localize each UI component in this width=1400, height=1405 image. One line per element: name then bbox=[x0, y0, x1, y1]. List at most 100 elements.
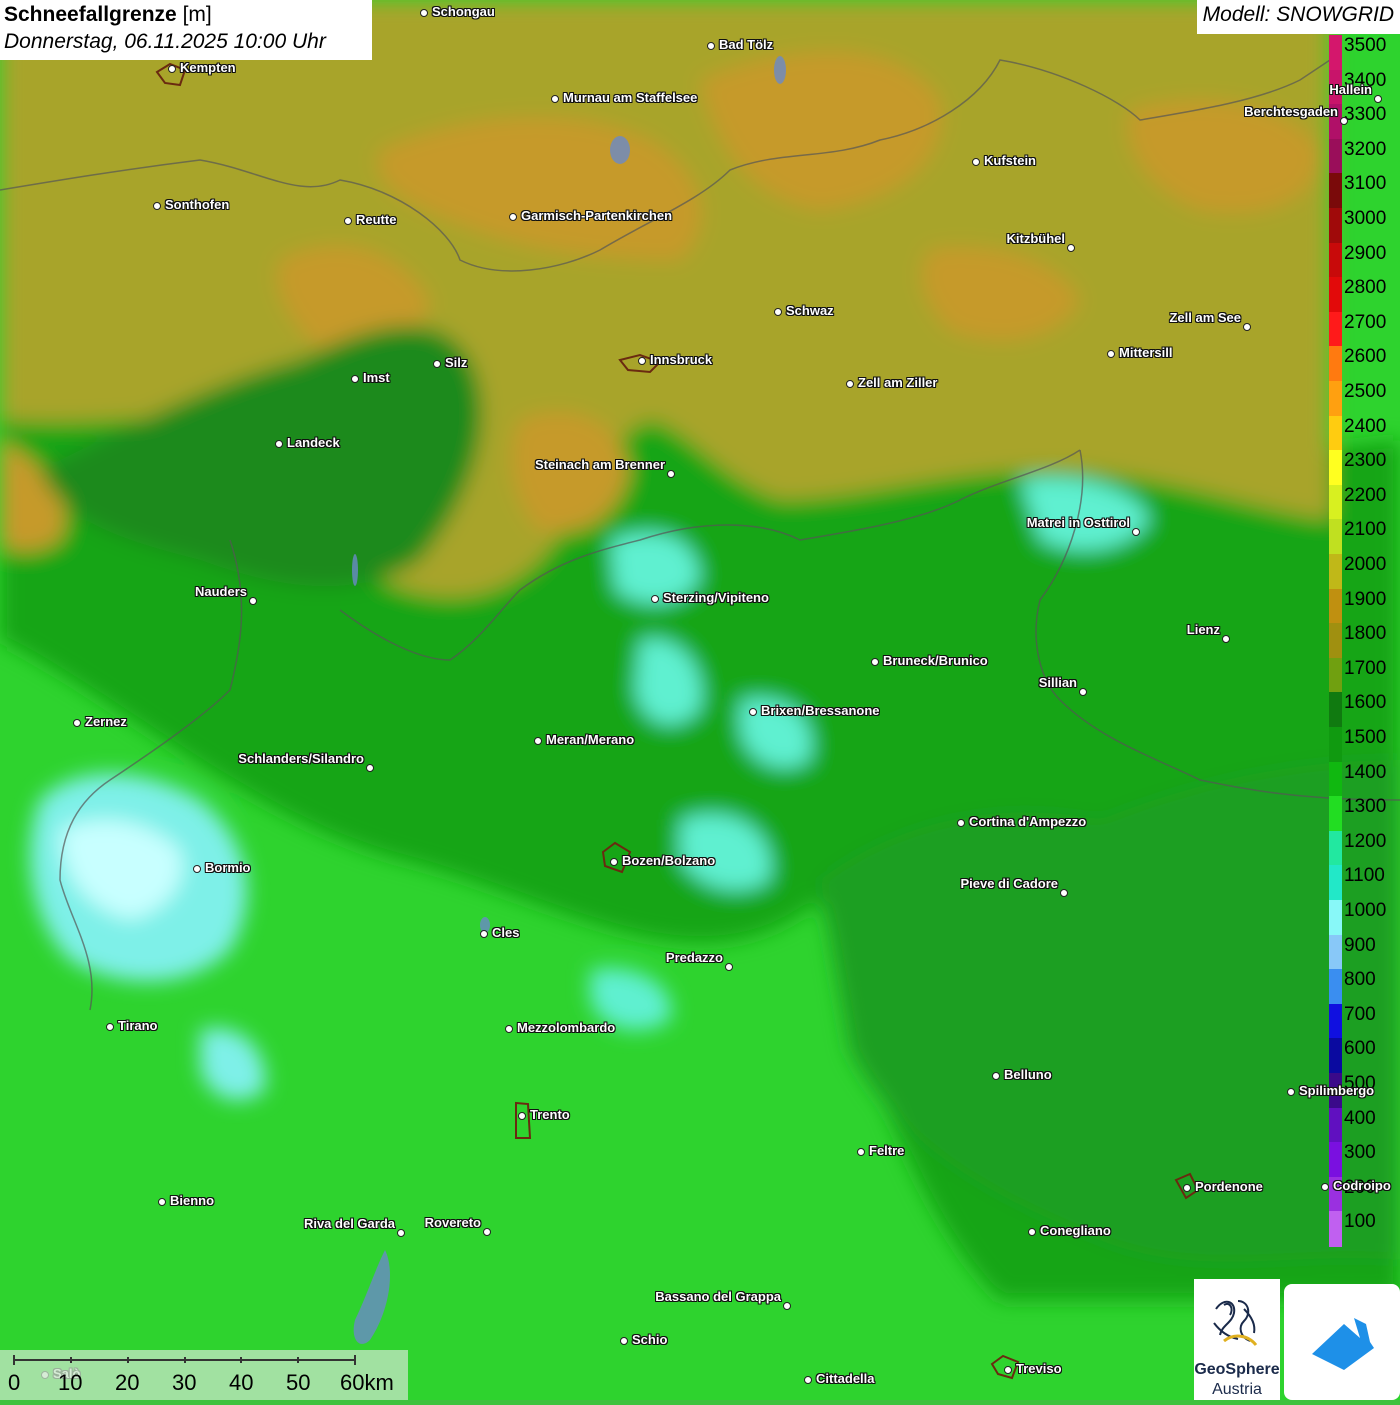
place-label: Cittadella bbox=[816, 1371, 875, 1386]
place-marker bbox=[1004, 1366, 1012, 1374]
place-marker bbox=[534, 737, 542, 745]
legend-swatch bbox=[1329, 415, 1342, 452]
place-marker bbox=[972, 158, 980, 166]
place-label: Schongau bbox=[432, 4, 495, 19]
scale-label: 50 bbox=[286, 1370, 311, 1395]
place-label: Steinach am Brenner bbox=[534, 457, 665, 472]
legend-label: 300 bbox=[1344, 1142, 1376, 1164]
place-marker bbox=[1321, 1183, 1329, 1191]
legend-swatch bbox=[1329, 969, 1342, 1005]
legend-label: 2500 bbox=[1344, 381, 1387, 402]
place-label: Schlanders/Silandro bbox=[238, 751, 364, 766]
variable-name: Schneefallgrenze bbox=[4, 3, 177, 26]
legend-label: 700 bbox=[1344, 1003, 1376, 1025]
place-label: Nauders bbox=[194, 584, 247, 599]
place-marker bbox=[1107, 350, 1115, 358]
place-label: Kempten bbox=[180, 60, 236, 75]
legend-swatch bbox=[1329, 208, 1342, 244]
model-label: Modell: SNOWGRID bbox=[1196, 0, 1400, 34]
legend-label: 1500 bbox=[1344, 727, 1387, 748]
app-logo-icon bbox=[1312, 1318, 1374, 1370]
legend-swatch bbox=[1329, 1142, 1342, 1178]
legend-swatch bbox=[1329, 242, 1342, 279]
place-marker bbox=[193, 865, 201, 873]
place-label: Zell am See bbox=[1169, 310, 1241, 325]
geosphere-logo-line2: Austria bbox=[1212, 1381, 1262, 1398]
legend-label: 2800 bbox=[1344, 277, 1387, 299]
legend-label: 1200 bbox=[1344, 830, 1387, 852]
geosphere-logo-line1: GeoSphere bbox=[1194, 1361, 1280, 1378]
legend-label: 1100 bbox=[1344, 865, 1385, 887]
legend-swatch bbox=[1329, 381, 1342, 417]
place-marker bbox=[1060, 889, 1068, 897]
place-marker bbox=[1222, 635, 1230, 643]
legend-swatch bbox=[1329, 900, 1342, 936]
place-label: Riva del Garda bbox=[303, 1216, 395, 1231]
place-label: Kitzbühel bbox=[1006, 231, 1066, 246]
place-label: Bormio bbox=[205, 860, 251, 875]
place-label: Sillian bbox=[1038, 675, 1077, 690]
place-marker bbox=[483, 1228, 491, 1236]
place-marker bbox=[433, 360, 441, 368]
legend-swatch bbox=[1329, 554, 1342, 590]
place-label: Sonthofen bbox=[165, 197, 230, 212]
map-title: Schneefallgrenze [m] bbox=[4, 2, 368, 28]
place-marker bbox=[638, 357, 646, 365]
place-marker bbox=[505, 1025, 513, 1033]
place-marker bbox=[707, 42, 715, 50]
place-marker bbox=[1079, 688, 1087, 696]
place-label: Silz bbox=[445, 355, 468, 370]
place-label: Imst bbox=[363, 370, 390, 385]
place-marker bbox=[651, 595, 659, 603]
legend-label: 3100 bbox=[1344, 173, 1387, 195]
scale-label: 40 bbox=[229, 1370, 254, 1395]
place-label: Predazzo bbox=[665, 950, 723, 965]
place-label: Hallein bbox=[1329, 82, 1372, 97]
place-label: Garmisch-Partenkirchen bbox=[521, 208, 673, 223]
place-marker bbox=[1183, 1184, 1191, 1192]
place-label: Trento bbox=[530, 1107, 570, 1122]
variable-unit: [m] bbox=[182, 3, 212, 26]
legend-label: 800 bbox=[1344, 969, 1376, 991]
place-marker bbox=[351, 375, 359, 383]
legend-label: 2600 bbox=[1344, 346, 1387, 368]
place-marker bbox=[1340, 117, 1348, 125]
place-marker bbox=[620, 1337, 628, 1345]
geosphere-logo-icon bbox=[1213, 1300, 1258, 1347]
place-label: Schio bbox=[632, 1332, 668, 1347]
legend-label: 3200 bbox=[1344, 138, 1387, 160]
legend-label: 2400 bbox=[1344, 415, 1387, 437]
place-label: Zernez bbox=[85, 714, 127, 729]
place-label: Bad Tölz bbox=[719, 37, 774, 52]
legend-label: 2200 bbox=[1344, 484, 1387, 506]
place-label: Innsbruck bbox=[650, 352, 713, 367]
place-label: Spilimbergo bbox=[1299, 1083, 1375, 1098]
legend-label: 400 bbox=[1344, 1107, 1376, 1129]
legend-label: 100 bbox=[1344, 1211, 1376, 1233]
place-label: Feltre bbox=[869, 1143, 905, 1158]
place-label: Sterzing/Vipiteno bbox=[663, 590, 769, 605]
place-label: Matrei in Osttirol bbox=[1026, 515, 1130, 530]
place-label: Meran/Merano bbox=[546, 732, 635, 747]
legend-label: 3300 bbox=[1344, 104, 1387, 126]
place-marker bbox=[749, 708, 757, 716]
legend-label: 1300 bbox=[1344, 796, 1387, 818]
legend-swatch bbox=[1329, 727, 1342, 763]
place-marker bbox=[992, 1072, 1000, 1080]
place-label: Lienz bbox=[1186, 622, 1220, 637]
place-label: Bozen/Bolzano bbox=[622, 853, 716, 868]
place-marker bbox=[106, 1023, 114, 1031]
place-marker bbox=[158, 1198, 166, 1206]
legend-swatch bbox=[1329, 484, 1342, 521]
legend-swatch bbox=[1329, 1038, 1342, 1074]
place-marker bbox=[1287, 1088, 1295, 1096]
place-label: Mittersill bbox=[1119, 345, 1173, 360]
place-label: Tirano bbox=[118, 1018, 158, 1033]
place-marker bbox=[366, 764, 374, 772]
map-datetime: Donnerstag, 06.11.2025 10:00 Uhr bbox=[4, 30, 326, 53]
place-marker bbox=[957, 819, 965, 827]
place-marker bbox=[1132, 528, 1140, 536]
place-marker bbox=[397, 1229, 405, 1237]
place-label: Pieve di Cadore bbox=[960, 876, 1058, 891]
place-label: Codroipo bbox=[1333, 1178, 1391, 1193]
